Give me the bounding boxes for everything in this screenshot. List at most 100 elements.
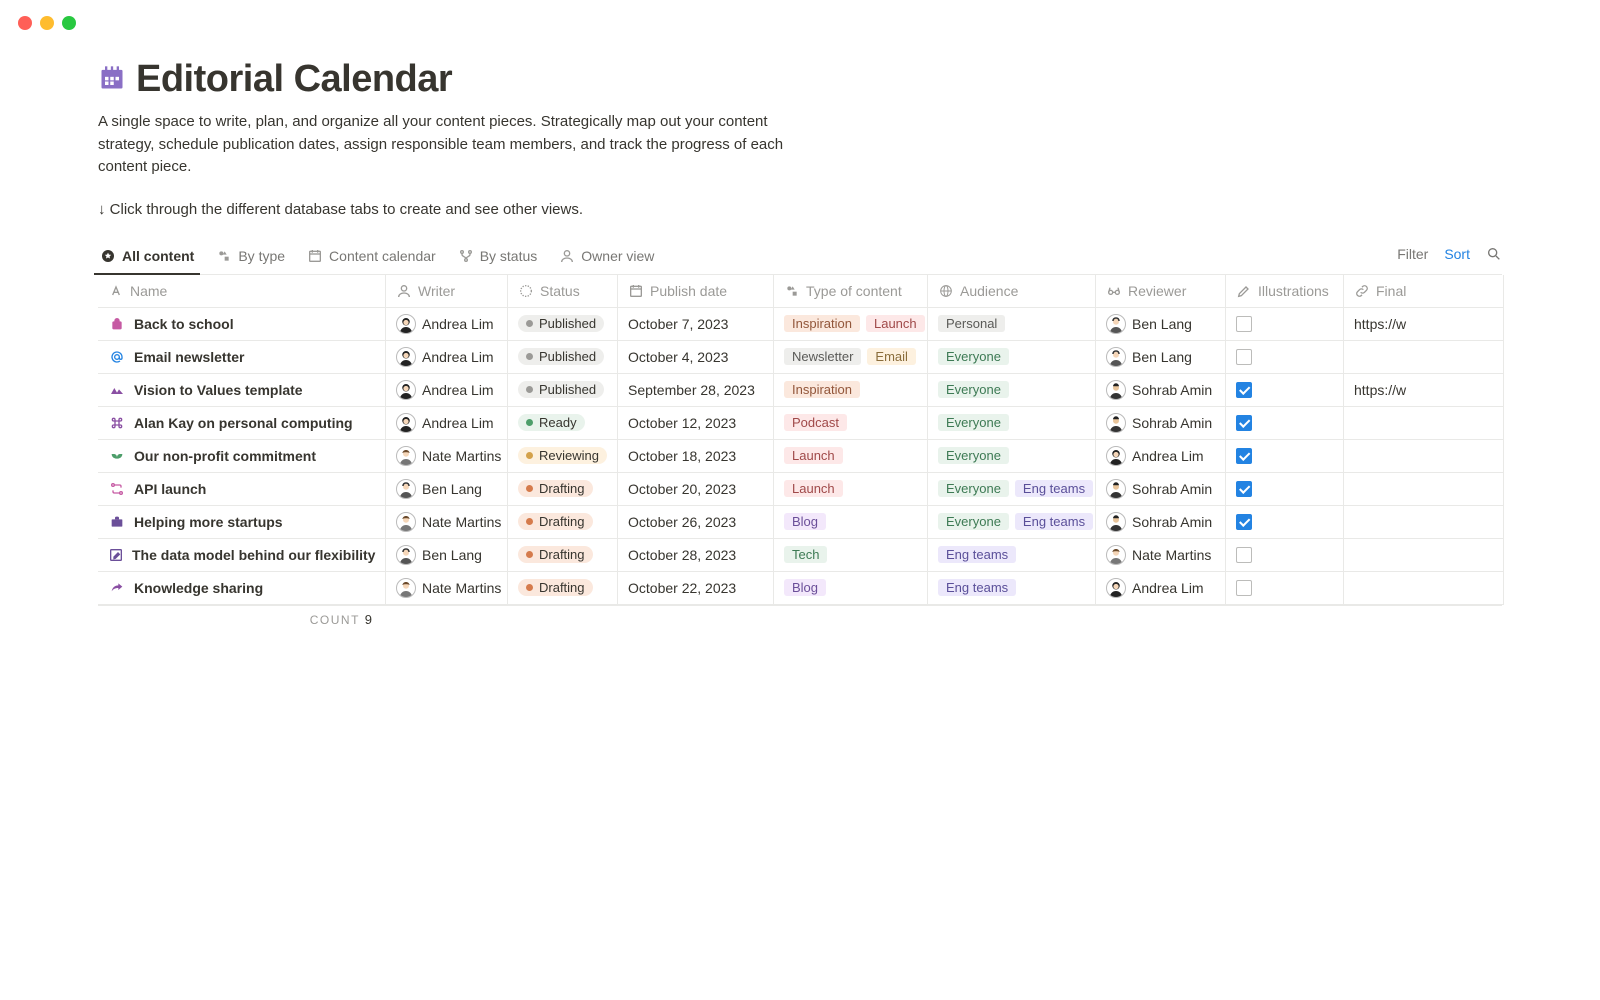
cell-status[interactable]: Reviewing [508,440,618,473]
page-icon[interactable] [98,64,126,95]
tab-by-type[interactable]: By type [214,242,287,274]
cell-type[interactable]: Podcast [774,407,928,440]
cell-publish-date[interactable]: October 22, 2023 [618,572,774,605]
cell-publish-date[interactable]: October 26, 2023 [618,506,774,539]
cell-name[interactable]: Knowledge sharing [98,572,386,605]
cell-name[interactable]: Our non-profit commitment [98,440,386,473]
checkbox[interactable] [1236,580,1252,596]
cell-name[interactable]: The data model behind our flexibility [98,539,386,572]
cell-illustrations[interactable] [1226,308,1344,341]
cell-type[interactable]: Newsletter Email [774,341,928,374]
cell-name[interactable]: Email newsletter [98,341,386,374]
column-header-illustrations[interactable]: Illustrations [1226,275,1344,308]
cell-audience[interactable]: Everyone Eng teams [928,473,1096,506]
cell-audience[interactable]: Everyone [928,374,1096,407]
cell-reviewer[interactable]: Sohrab Amin [1096,407,1226,440]
checkbox[interactable] [1236,514,1252,530]
cell-name[interactable]: Alan Kay on personal computing [98,407,386,440]
cell-type[interactable]: Inspiration Launch [774,308,928,341]
cell-illustrations[interactable] [1226,473,1344,506]
close-window-dot[interactable] [18,16,32,30]
cell-publish-date[interactable]: October 28, 2023 [618,539,774,572]
cell-status[interactable]: Published [508,374,618,407]
cell-type[interactable]: Tech [774,539,928,572]
page-title[interactable]: Editorial Calendar [136,58,452,101]
cell-writer[interactable]: Ben Lang [386,473,508,506]
cell-audience[interactable]: Everyone [928,407,1096,440]
tab-by-status[interactable]: By status [456,242,540,274]
cell-name[interactable]: Back to school [98,308,386,341]
cell-reviewer[interactable]: Ben Lang [1096,308,1226,341]
tab-all-content[interactable]: All content [98,242,196,274]
cell-illustrations[interactable] [1226,374,1344,407]
cell-writer[interactable]: Andrea Lim [386,374,508,407]
cell-audience[interactable]: Everyone [928,341,1096,374]
cell-publish-date[interactable]: October 4, 2023 [618,341,774,374]
cell-writer[interactable]: Andrea Lim [386,308,508,341]
cell-final[interactable] [1344,506,1504,539]
cell-type[interactable]: Blog [774,572,928,605]
cell-publish-date[interactable]: October 7, 2023 [618,308,774,341]
cell-final[interactable] [1344,440,1504,473]
column-header-status[interactable]: Status [508,275,618,308]
cell-illustrations[interactable] [1226,440,1344,473]
tab-content-calendar[interactable]: Content calendar [305,242,438,274]
cell-status[interactable]: Drafting [508,572,618,605]
cell-final[interactable] [1344,473,1504,506]
column-header-publish[interactable]: Publish date [618,275,774,308]
cell-type[interactable]: Blog [774,506,928,539]
cell-writer[interactable]: Andrea Lim [386,407,508,440]
cell-reviewer[interactable]: Ben Lang [1096,341,1226,374]
search-icon[interactable] [1486,246,1502,262]
cell-name[interactable]: API launch [98,473,386,506]
cell-audience[interactable]: Personal [928,308,1096,341]
cell-audience[interactable]: Eng teams [928,572,1096,605]
cell-type[interactable]: Launch [774,440,928,473]
cell-reviewer[interactable]: Sohrab Amin [1096,506,1226,539]
cell-writer[interactable]: Andrea Lim [386,341,508,374]
cell-status[interactable]: Ready [508,407,618,440]
column-header-final[interactable]: Final [1344,275,1504,308]
cell-final[interactable] [1344,572,1504,605]
cell-status[interactable]: Drafting [508,473,618,506]
cell-name[interactable]: Helping more startups [98,506,386,539]
cell-type[interactable]: Launch [774,473,928,506]
cell-audience[interactable]: Everyone [928,440,1096,473]
page-description[interactable]: A single space to write, plan, and organ… [98,111,798,179]
cell-illustrations[interactable] [1226,572,1344,605]
cell-final[interactable] [1344,341,1504,374]
minimize-window-dot[interactable] [40,16,54,30]
column-header-reviewer[interactable]: Reviewer [1096,275,1226,308]
checkbox[interactable] [1236,349,1252,365]
cell-final[interactable] [1344,407,1504,440]
cell-writer[interactable]: Nate Martins [386,572,508,605]
cell-reviewer[interactable]: Sohrab Amin [1096,473,1226,506]
cell-writer[interactable]: Nate Martins [386,440,508,473]
cell-status[interactable]: Drafting [508,539,618,572]
cell-reviewer[interactable]: Andrea Lim [1096,440,1226,473]
column-header-type[interactable]: Type of content [774,275,928,308]
cell-publish-date[interactable]: October 20, 2023 [618,473,774,506]
cell-illustrations[interactable] [1226,341,1344,374]
cell-status[interactable]: Published [508,308,618,341]
checkbox[interactable] [1236,382,1252,398]
column-header-writer[interactable]: Writer [386,275,508,308]
tab-owner-view[interactable]: Owner view [557,242,656,274]
column-header-name[interactable]: Name [98,275,386,308]
cell-type[interactable]: Inspiration [774,374,928,407]
cell-final[interactable]: https://w [1344,374,1504,407]
cell-publish-date[interactable]: September 28, 2023 [618,374,774,407]
cell-illustrations[interactable] [1226,539,1344,572]
sort-button[interactable]: Sort [1444,246,1470,262]
maximize-window-dot[interactable] [62,16,76,30]
cell-final[interactable] [1344,539,1504,572]
column-header-audience[interactable]: Audience [928,275,1096,308]
cell-reviewer[interactable]: Sohrab Amin [1096,374,1226,407]
cell-illustrations[interactable] [1226,407,1344,440]
cell-illustrations[interactable] [1226,506,1344,539]
checkbox[interactable] [1236,415,1252,431]
filter-button[interactable]: Filter [1397,246,1428,262]
cell-audience[interactable]: Everyone Eng teams [928,506,1096,539]
checkbox[interactable] [1236,481,1252,497]
cell-status[interactable]: Drafting [508,506,618,539]
